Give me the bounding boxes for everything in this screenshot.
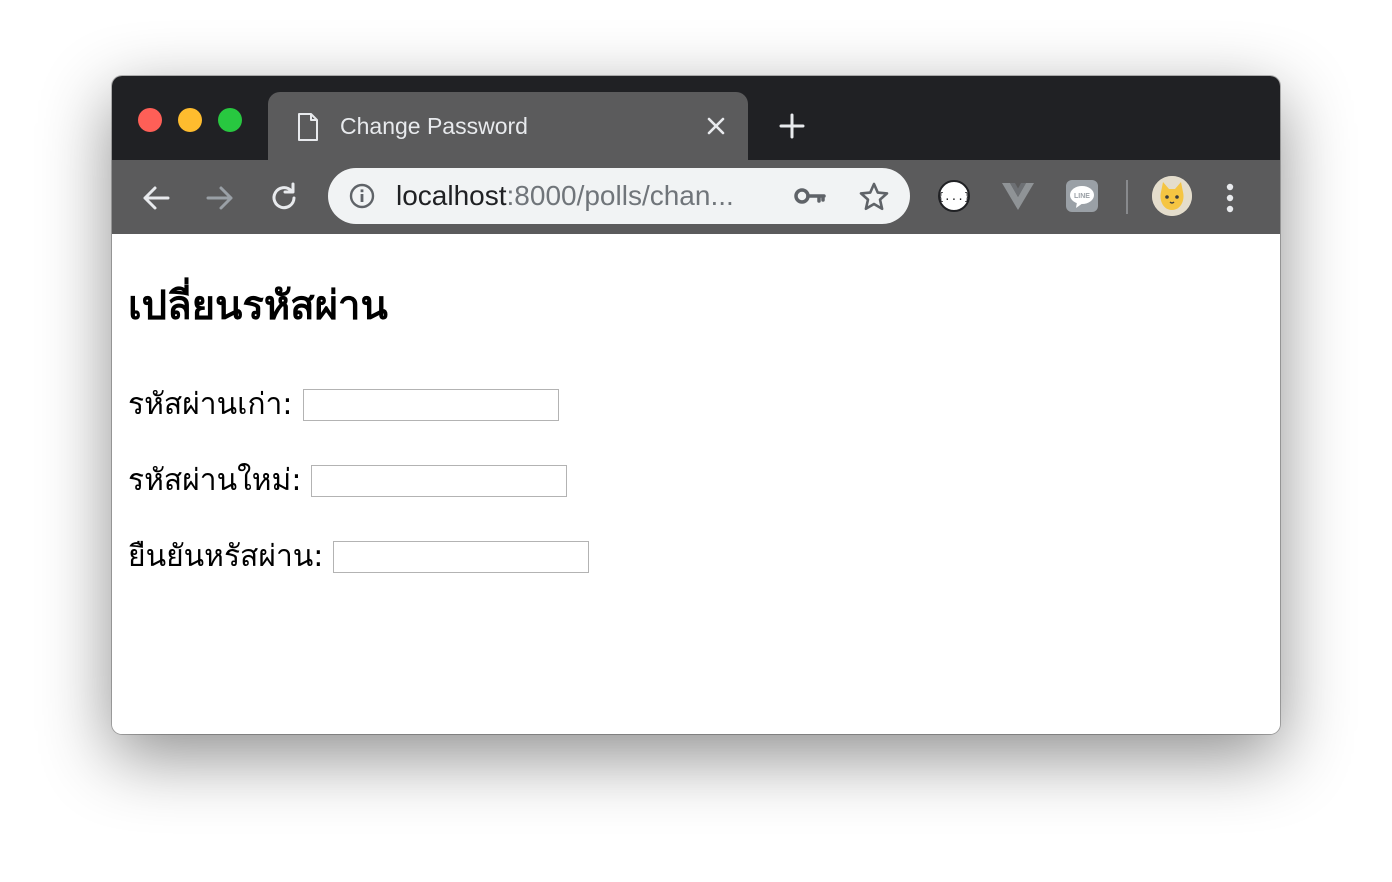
vue-devtools-icon[interactable]	[1000, 178, 1036, 214]
title-bar: Change Password	[112, 76, 1280, 160]
browser-window: Change Password localhost:8000/polls/cha…	[112, 76, 1280, 734]
old-password-field[interactable]	[302, 389, 559, 421]
url-text[interactable]: localhost:8000/polls/chan...	[396, 179, 764, 213]
url-host: localhost	[396, 180, 507, 211]
confirm-password-row: ยืนยันหรัสผ่าน:	[128, 537, 590, 577]
close-tab-icon[interactable]	[706, 116, 726, 140]
new-password-label: รหัสผ่านใหม่:	[128, 463, 302, 498]
forward-arrow-icon[interactable]	[202, 180, 238, 216]
old-password-row: รหัสผ่านเก่า:	[128, 385, 559, 425]
zoom-window-button[interactable]	[218, 108, 242, 132]
url-path: :8000/polls/chan...	[506, 180, 734, 211]
toolbar: localhost:8000/polls/chan... {...} LINE	[112, 160, 1280, 234]
minimize-window-button[interactable]	[178, 108, 202, 132]
confirm-password-field[interactable]	[333, 541, 590, 573]
page-title: เปลี่ยนรหัสผ่าน	[128, 283, 388, 329]
bookmark-star-icon[interactable]	[858, 181, 890, 217]
old-password-label: รหัสผ่านเก่า:	[128, 387, 293, 422]
key-icon[interactable]	[794, 184, 826, 212]
json-viewer-icon[interactable]: {...}	[936, 178, 972, 214]
tab-title: Change Password	[340, 113, 528, 139]
reload-icon[interactable]	[266, 180, 302, 216]
back-arrow-icon[interactable]	[138, 180, 174, 216]
new-tab-icon[interactable]	[778, 112, 806, 144]
confirm-password-label: ยืนยันหรัสผ่าน:	[128, 539, 324, 574]
toolbar-divider	[1126, 180, 1128, 214]
profile-avatar[interactable]	[1152, 176, 1192, 216]
svg-text:{...}: {...}	[937, 190, 970, 203]
close-window-button[interactable]	[138, 108, 162, 132]
line-icon[interactable]: LINE	[1064, 178, 1100, 214]
info-icon[interactable]	[348, 182, 376, 214]
menu-kebab-icon[interactable]	[1222, 180, 1238, 220]
svg-text:LINE: LINE	[1074, 193, 1090, 200]
new-password-field[interactable]	[311, 465, 568, 497]
new-password-row: รหัสผ่านใหม่:	[128, 461, 568, 501]
document-icon	[296, 112, 320, 146]
tab-change-password[interactable]: Change Password	[268, 92, 748, 160]
address-bar[interactable]: localhost:8000/polls/chan...	[328, 168, 910, 224]
page-content: เปลี่ยนรหัสผ่าน รหัสผ่านเก่า: รหัสผ่านให…	[112, 234, 1280, 734]
